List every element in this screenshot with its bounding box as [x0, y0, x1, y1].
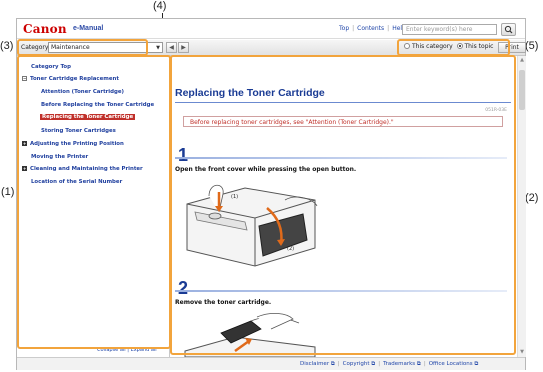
sidebar-item-toner-cartridge-replacement[interactable]: − Toner Cartridge Replacement [22, 76, 119, 82]
illustration-label-2: (2) [287, 246, 294, 252]
callout-4: (4) [153, 0, 167, 12]
sidebar-item-serial-number[interactable]: Location of the Serial Number [31, 179, 122, 185]
callout-3: (3) [0, 40, 14, 52]
callout-2: (2) [525, 192, 539, 204]
collapse-all-link[interactable]: Collapse all [97, 347, 126, 353]
copyright-link[interactable]: Copyright [343, 361, 370, 367]
next-page-button[interactable]: ▶ [178, 42, 189, 53]
step-text: Open the front cover while pressing the … [175, 166, 357, 173]
radio-unchecked-icon [404, 43, 410, 49]
sidebar-item-cleaning[interactable]: + Cleaning and Maintaining the Printer [22, 166, 143, 172]
chevron-down-icon: ▼ [156, 45, 160, 51]
search-button[interactable] [501, 23, 516, 36]
remove-toner-illustration [184, 313, 316, 357]
scope-topic-label: This topic [464, 43, 494, 50]
title-divider [175, 102, 511, 103]
sidebar-item-storing[interactable]: Storing Toner Cartridges [41, 128, 116, 134]
tree-controls: Collapse all | Expand all [97, 347, 157, 353]
disclaimer-link[interactable]: Disclaimer [300, 361, 329, 367]
top-link[interactable]: Top [339, 25, 349, 32]
step-text: Remove the toner cartridge. [175, 299, 272, 306]
top-links: Top | Contents | Help [339, 25, 406, 32]
sidebar-item-replacing-active[interactable]: Replacing the Toner Cartridge [40, 114, 136, 120]
canon-logo: Canon [23, 22, 67, 36]
sidebar-item-moving-printer[interactable]: Moving the Printer [31, 154, 88, 160]
page-title: Replacing the Toner Cartridge [175, 87, 325, 99]
search-scope: This category This topic [404, 43, 493, 50]
open-front-cover-illustration: (1) (2) [186, 184, 318, 267]
sidebar-item-label: Toner Cartridge Replacement [30, 76, 119, 82]
illustration-label-1: (1) [231, 194, 238, 200]
sidebar-item-attention[interactable]: Attention (Toner Cartridge) [41, 89, 124, 95]
sidebar-item-adjusting-printing-position[interactable]: + Adjusting the Printing Position [22, 141, 124, 147]
top-bar: Canon e-Manual Top | Contents | Help Enter k… [17, 19, 525, 39]
callout-5: (5) [525, 40, 539, 52]
scope-category-option[interactable]: This category [404, 43, 453, 50]
contents-link[interactable]: Contents [357, 25, 384, 32]
step-number: 2 [178, 278, 189, 298]
content-scrollbar[interactable]: ▲ ▼ [517, 56, 526, 357]
category-bar: Category: Maintenance ▼ ◀ ▶ This categor… [17, 40, 526, 56]
notice-box[interactable]: Before replacing toner cartridges, see "… [183, 116, 503, 127]
trademarks-link[interactable]: Trademarks [383, 361, 415, 367]
scroll-up-icon[interactable]: ▲ [519, 57, 525, 63]
expand-icon[interactable]: + [22, 141, 27, 146]
print-button[interactable]: Print [498, 42, 526, 53]
document-id: 051R-03E [485, 108, 507, 113]
callout-1: (1) [1, 186, 15, 198]
sidebar-item-category-top[interactable]: Category Top [31, 64, 71, 70]
step-divider [175, 157, 507, 159]
step-divider [175, 290, 507, 292]
scope-category-label: This category [412, 43, 453, 50]
expand-icon[interactable]: + [22, 166, 27, 171]
expand-all-link[interactable]: Expand all [131, 347, 157, 353]
product-name: e-Manual [73, 25, 104, 32]
sidebar-item-before-replacing[interactable]: Before Replacing the Toner Cartridge [41, 102, 154, 108]
search-input[interactable]: Enter keyword(s) here [402, 24, 497, 35]
sidebar-item-label: Cleaning and Maintaining the Printer [30, 166, 143, 172]
external-link-icon: ⧉ [474, 361, 479, 367]
manual-window: Canon e-Manual Top | Contents | Help Enter k… [16, 18, 526, 370]
category-select[interactable]: Maintenance ▼ [48, 42, 163, 53]
category-label: Category: [21, 44, 50, 51]
previous-page-button[interactable]: ◀ [166, 42, 177, 53]
scope-topic-option[interactable]: This topic [456, 43, 494, 50]
radio-checked-icon [456, 43, 463, 49]
sidebar: Category Top − Toner Cartridge Replacemen… [17, 56, 170, 357]
scroll-down-icon[interactable]: ▼ [519, 349, 525, 355]
sidebar-item-label: Adjusting the Printing Position [30, 141, 124, 147]
category-select-value: Maintenance [51, 44, 90, 51]
footer: Disclaimer ⧉ | Copyright ⧉ | Trademarks ⧉ | Of… [17, 357, 525, 370]
arrow-left-icon: ◀ [169, 44, 174, 51]
footer-links: Disclaimer ⧉ | Copyright ⧉ | Trademarks ⧉ | Of… [300, 361, 479, 367]
scroll-thumb[interactable] [519, 70, 525, 110]
search-icon [504, 25, 513, 34]
office-locations-link[interactable]: Office Locations [429, 361, 473, 367]
arrow-right-icon: ▶ [181, 44, 186, 51]
step-number: 1 [178, 145, 189, 165]
collapse-icon[interactable]: − [22, 76, 27, 81]
content-pane: Replacing the Toner Cartridge 051R-03E B… [171, 56, 517, 357]
